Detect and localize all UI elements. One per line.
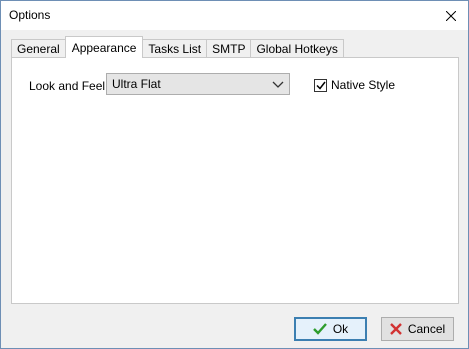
native-style-label: Native Style [331, 78, 396, 92]
look-and-feel-select[interactable]: Ultra Flat [106, 73, 290, 95]
ok-button-label: Ok [332, 322, 349, 336]
native-style-checkbox[interactable] [314, 78, 327, 92]
native-style-option[interactable]: Native Style [314, 78, 395, 92]
look-and-feel-value: Ultra Flat [112, 77, 161, 91]
cancel-button[interactable]: Cancel [381, 317, 454, 341]
tab-appearance[interactable]: Appearance [64, 36, 144, 58]
title-bar[interactable]: Options [1, 1, 468, 30]
checkmark-icon [315, 81, 326, 90]
options-window: Options General Appearance Tasks List SM… [0, 0, 469, 349]
tab-general[interactable]: General [11, 39, 66, 58]
tab-general-label: General [17, 42, 60, 56]
tab-appearance-label: Appearance [71, 40, 137, 55]
tab-smtp[interactable]: SMTP [206, 39, 252, 58]
chevron-down-icon [272, 81, 284, 88]
tab-smtp-label: SMTP [212, 42, 246, 56]
red-x-icon [389, 323, 402, 335]
tab-tasks-list-label: Tasks List [148, 42, 202, 56]
look-and-feel-label: Look and Feel: [29, 79, 109, 93]
window-title: Options [9, 8, 51, 22]
tab-global-hotkeys-label: Global Hotkeys [256, 42, 338, 56]
green-check-icon [312, 323, 327, 335]
appearance-panel: Look and Feel: Ultra Flat Native Style [11, 57, 459, 304]
tab-strip: General Appearance Tasks List SMTP Globa… [11, 36, 344, 58]
tab-tasks-list[interactable]: Tasks List [142, 39, 208, 58]
cancel-button-label: Cancel [407, 322, 446, 336]
close-button[interactable] [434, 1, 468, 30]
close-icon [446, 10, 456, 21]
ok-button[interactable]: Ok [294, 317, 367, 341]
tab-global-hotkeys[interactable]: Global Hotkeys [250, 39, 344, 58]
